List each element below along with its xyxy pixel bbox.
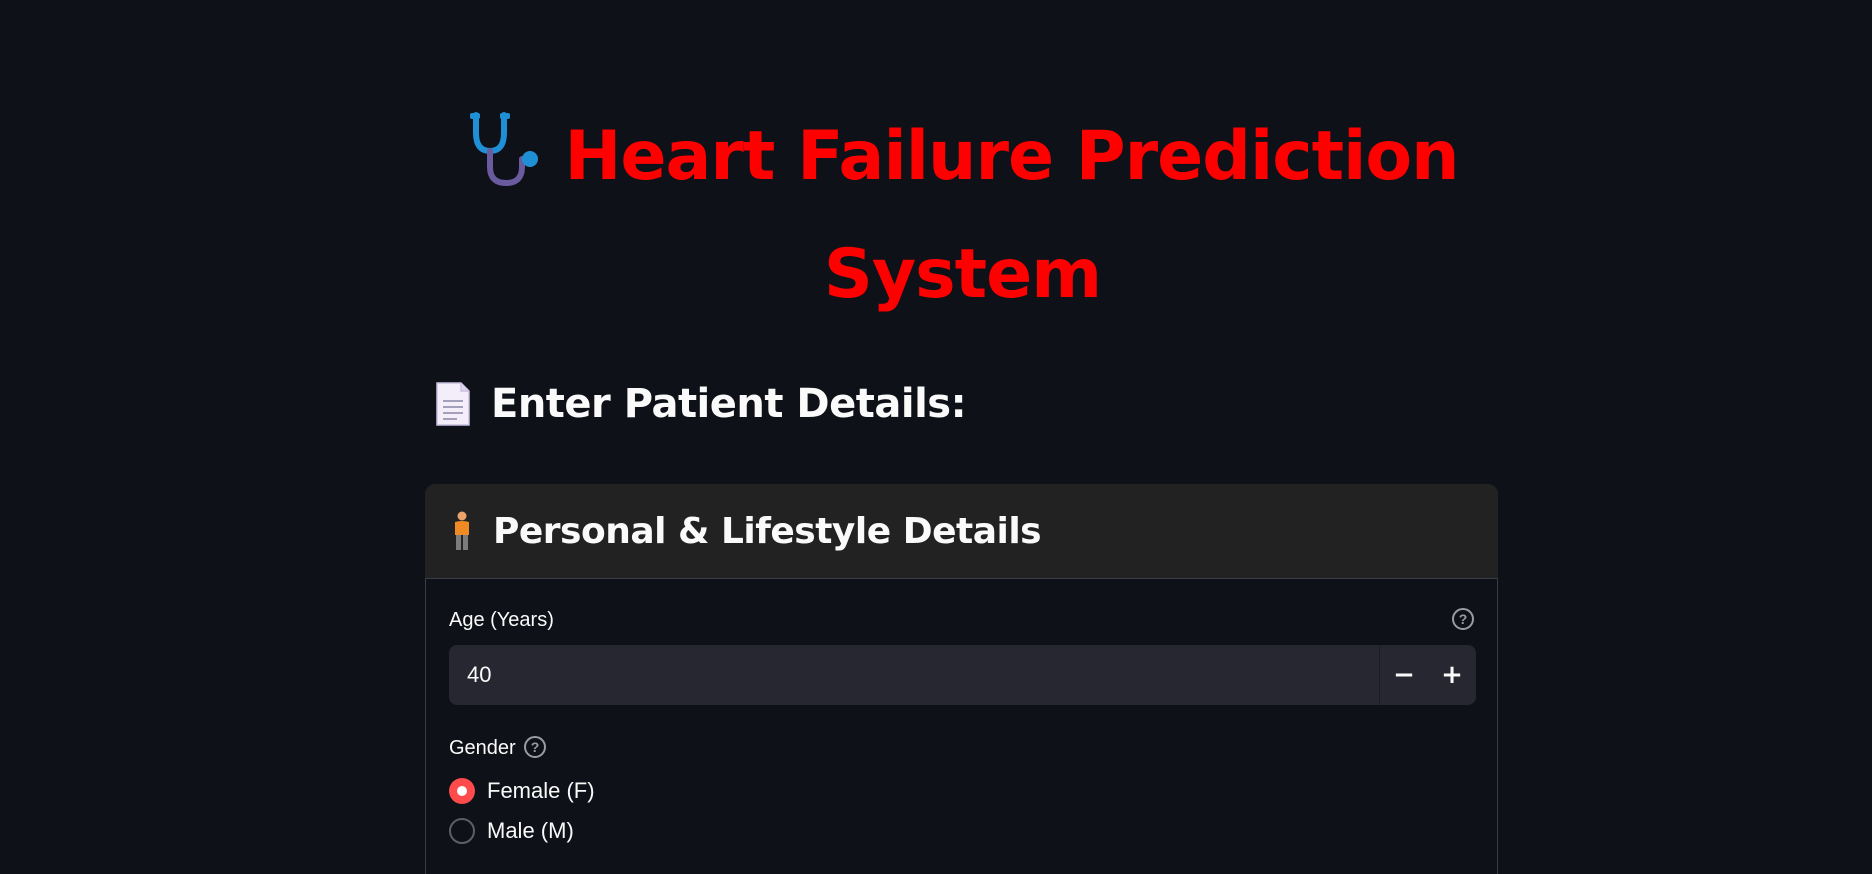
person-icon [455,511,469,550]
expander-body: Age (Years) ? 40 − + Gender ? Female (F)… [425,578,1498,874]
stethoscope-icon [470,112,539,187]
age-input[interactable]: 40 [449,645,1379,705]
gender-option-label: Male (M) [487,818,574,843]
app-page: Heart Failure Prediction System Enter Pa… [0,0,1872,874]
age-number-input: 40 − + [449,645,1476,705]
age-decrement-button[interactable]: − [1380,645,1428,705]
page-title-text: Heart Failure Prediction System [564,117,1459,314]
age-label: Age (Years) [449,609,554,631]
title-block: Heart Failure Prediction System [425,98,1500,334]
radio-selected-icon[interactable] [449,778,475,804]
page-title: Heart Failure Prediction System [425,98,1500,334]
section-heading-text: Enter Patient Details: [491,381,967,427]
gender-help-icon[interactable]: ? [524,736,546,758]
age-help-icon[interactable]: ? [1452,608,1474,630]
gender-option-male[interactable]: Male (M) [449,818,574,844]
age-increment-button[interactable]: + [1428,645,1476,705]
section-heading: Enter Patient Details: [433,374,967,434]
page-document-icon [436,382,470,426]
expander-header[interactable]: Personal & Lifestyle Details [425,484,1498,578]
radio-unselected-icon[interactable] [449,818,475,844]
gender-label: Gender [449,737,516,759]
gender-option-label: Female (F) [487,778,595,803]
expander-title: Personal & Lifestyle Details [493,510,1042,552]
gender-option-female[interactable]: Female (F) [449,778,595,804]
